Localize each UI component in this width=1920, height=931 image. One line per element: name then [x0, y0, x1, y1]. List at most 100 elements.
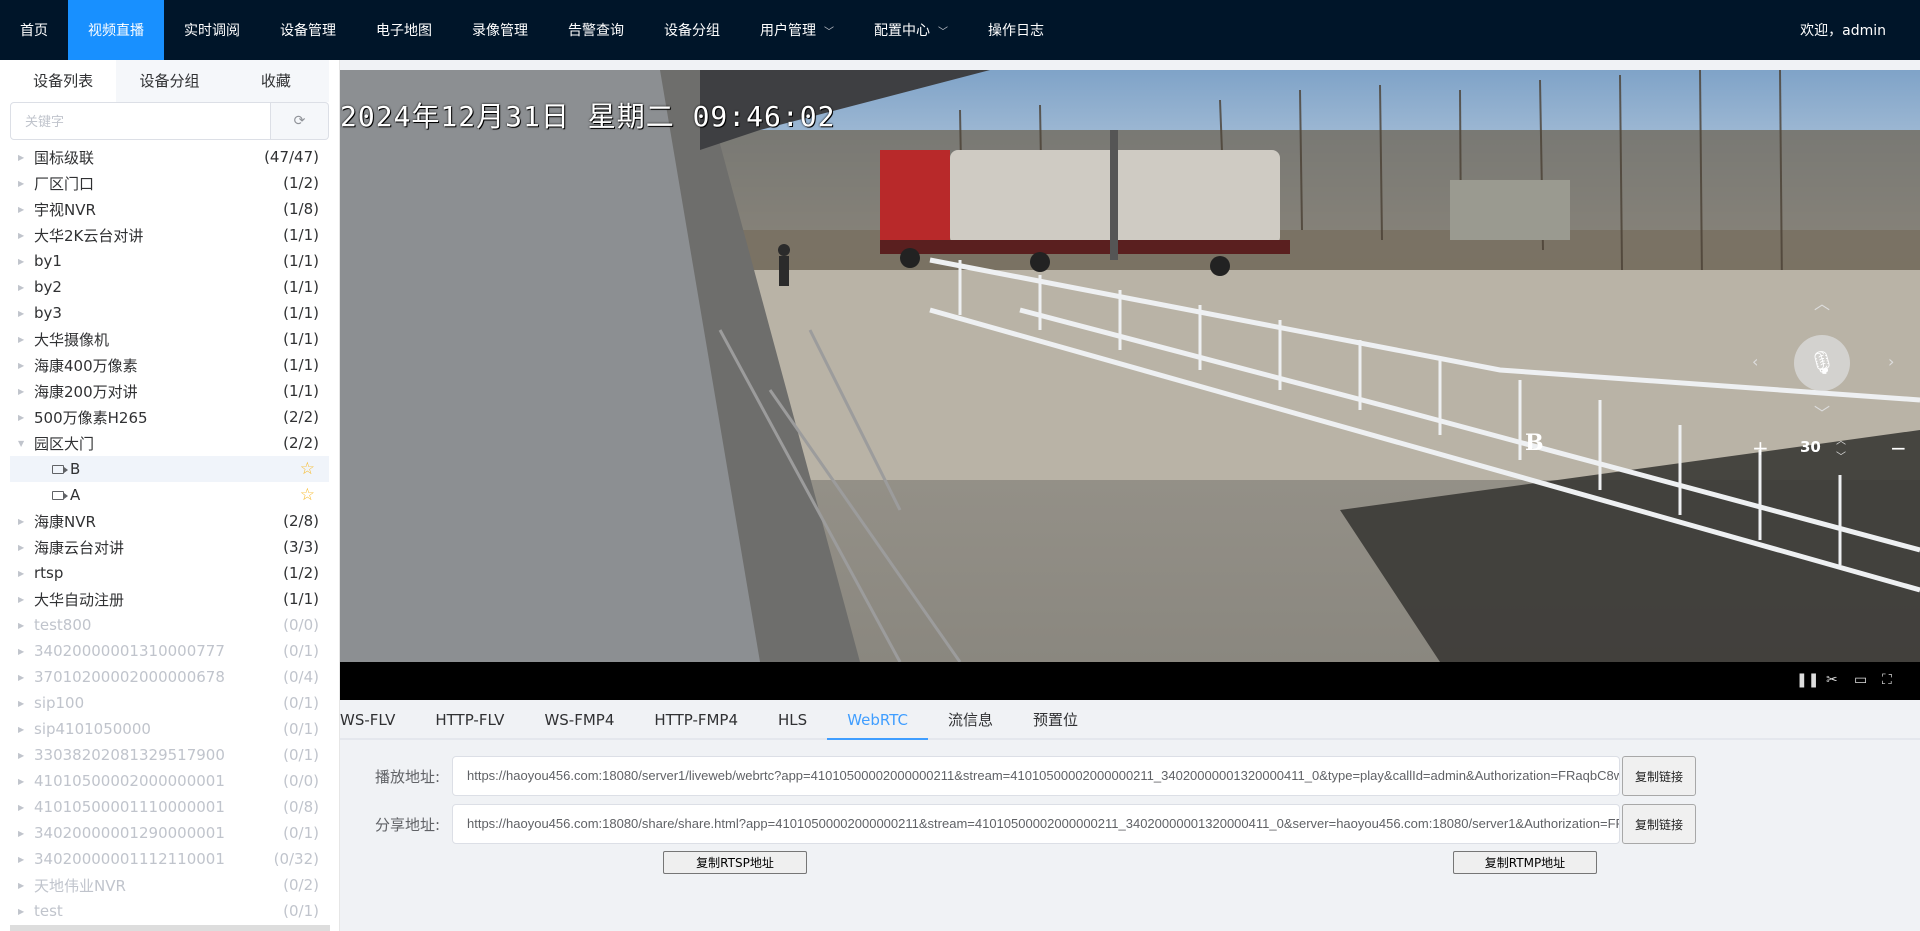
fullscreen-icon[interactable]: ⛶ — [1882, 672, 1892, 688]
welcome-user[interactable]: 欢迎，admin — [1800, 0, 1886, 60]
tree-node-offline[interactable]: ▶ 33038202081329517900 (0/1) — [10, 742, 329, 768]
tab-webrtc[interactable]: WebRTC — [827, 700, 928, 740]
caret-right-icon[interactable]: ▶ — [18, 153, 34, 162]
caret-right-icon[interactable]: ▶ — [18, 647, 34, 656]
caret-right-icon[interactable]: ▶ — [18, 699, 34, 708]
tree-node[interactable]: ▶ 厂区门口 (1/2) — [10, 170, 329, 196]
tree-node[interactable]: ▶ 500万像素H265 (2/2) — [10, 404, 329, 430]
tree-node[interactable]: ▶ 大华2K云台对讲 (1/1) — [10, 222, 329, 248]
caret-right-icon[interactable]: ▶ — [18, 231, 34, 240]
caret-right-icon[interactable]: ▶ — [18, 725, 34, 734]
horizontal-scrollbar[interactable] — [10, 925, 330, 931]
tree-node[interactable]: ▶ by2 (1/1) — [10, 274, 329, 300]
star-icon[interactable]: ☆ — [300, 459, 315, 479]
copy-rtsp-button[interactable]: 复制RTSP地址 — [663, 851, 807, 874]
caret-right-icon[interactable]: ▶ — [18, 673, 34, 682]
search-input[interactable] — [10, 102, 271, 140]
caret-right-icon[interactable]: ▶ — [18, 413, 34, 422]
ptz-up-icon[interactable]: ︿ — [1814, 290, 1830, 314]
tree-node-offline[interactable]: ▶ 41010500002000000001 (0/0) — [10, 768, 329, 794]
tree-node-offline[interactable]: ▶ 34020000001112110001 (0/32) — [10, 846, 329, 872]
caret-right-icon[interactable]: ▶ — [18, 777, 34, 786]
tab-presets[interactable]: 预置位 — [1013, 700, 1098, 738]
tree-node-offline[interactable]: ▶ 34020000001310000777 (0/1) — [10, 638, 329, 664]
tab-device-group[interactable]: 设备分组 — [116, 60, 223, 102]
nav-live-video[interactable]: 视频直播 — [68, 0, 164, 60]
tree-child-camera[interactable]: A ☆ — [10, 482, 329, 508]
share-url-field[interactable]: https://haoyou456.com:18080/share/share.… — [452, 804, 1620, 844]
caret-right-icon[interactable]: ▶ — [18, 517, 34, 526]
tree-node[interactable]: ▶ by3 (1/1) — [10, 300, 329, 326]
tree-node-offline[interactable]: ▶ test800 (0/0) — [10, 612, 329, 638]
ptz-right-icon[interactable]: › — [1888, 352, 1894, 371]
nav-device-management[interactable]: 设备管理 — [260, 0, 356, 60]
tree-node-offline[interactable]: ▶ test (0/1) — [10, 898, 329, 924]
play-url-field[interactable]: https://haoyou456.com:18080/server1/live… — [452, 756, 1620, 796]
nav-realtime-view[interactable]: 实时调阅 — [164, 0, 260, 60]
record-icon[interactable]: ▭ — [1854, 672, 1867, 688]
tab-http-fmp4[interactable]: HTTP-FMP4 — [634, 700, 758, 738]
tree-node[interactable]: ▶ 海康200万对讲 (1/1) — [10, 378, 329, 404]
tree-node[interactable]: ▶ 海康400万像素 (1/1) — [10, 352, 329, 378]
caret-right-icon[interactable]: ▶ — [18, 543, 34, 552]
caret-right-icon[interactable]: ▶ — [18, 335, 34, 344]
nav-user-management[interactable]: 用户管理 ﹀ — [740, 0, 854, 60]
caret-right-icon[interactable]: ▶ — [18, 283, 34, 292]
tab-hls[interactable]: HLS — [758, 700, 827, 738]
caret-right-icon[interactable]: ▶ — [18, 621, 34, 630]
microphone-icon[interactable]: 🎙 — [1794, 335, 1850, 391]
tree-node[interactable]: ▶ 国标级联 (47/47) — [10, 144, 329, 170]
caret-right-icon[interactable]: ▶ — [18, 387, 34, 396]
tab-ws-flv[interactable]: WS-FLV — [340, 700, 415, 738]
tree-node-expanded[interactable]: ▼ 园区大门 (2/2) — [10, 430, 329, 456]
caret-right-icon[interactable]: ▶ — [18, 569, 34, 578]
pause-icon[interactable]: ❚❚ — [1796, 672, 1819, 688]
nav-device-group[interactable]: 设备分组 — [644, 0, 740, 60]
refresh-button[interactable]: ⟳ — [271, 102, 329, 140]
nav-alarm-query[interactable]: 告警查询 — [548, 0, 644, 60]
tab-favorites[interactable]: 收藏 — [222, 60, 329, 102]
caret-right-icon[interactable]: ▶ — [18, 595, 34, 604]
caret-right-icon[interactable]: ▶ — [18, 855, 34, 864]
tree-node[interactable]: ▶ 海康云台对讲 (3/3) — [10, 534, 329, 560]
caret-down-icon[interactable]: ▼ — [18, 439, 34, 448]
tree-node-offline[interactable]: ▶ 34020000001290000001 (0/1) — [10, 820, 329, 846]
tree-node[interactable]: ▶ 海康NVR (2/8) — [10, 508, 329, 534]
tree-node-offline[interactable]: ▶ sip100 (0/1) — [10, 690, 329, 716]
video-player[interactable]: 2024年12月31日 星期二 09:46:02 B ︿ ‹ › ﹀ 🎙 + 3… — [340, 70, 1920, 700]
tree-node-offline[interactable]: ▶ 37010200002000000678 (0/4) — [10, 664, 329, 690]
nav-config-center[interactable]: 配置中心 ﹀ — [854, 0, 968, 60]
speed-down-icon[interactable]: ﹀ — [1836, 448, 1846, 463]
tree-node-offline[interactable]: ▶ 天地伟业NVR (0/2) — [10, 872, 329, 898]
caret-right-icon[interactable]: ▶ — [18, 309, 34, 318]
tab-http-flv[interactable]: HTTP-FLV — [415, 700, 524, 738]
caret-right-icon[interactable]: ▶ — [18, 205, 34, 214]
ptz-down-icon[interactable]: ﹀ — [1814, 400, 1830, 424]
tab-ws-fmp4[interactable]: WS-FMP4 — [524, 700, 634, 738]
tree-node-offline[interactable]: ▶ sip4101050000 (0/1) — [10, 716, 329, 742]
caret-right-icon[interactable]: ▶ — [18, 881, 34, 890]
caret-right-icon[interactable]: ▶ — [18, 179, 34, 188]
caret-right-icon[interactable]: ▶ — [18, 361, 34, 370]
tree-child-camera[interactable]: B ☆ — [10, 456, 329, 482]
caret-right-icon[interactable]: ▶ — [18, 907, 34, 916]
copy-share-url-button[interactable]: 复制链接 — [1622, 804, 1696, 844]
copy-rtmp-button[interactable]: 复制RTMP地址 — [1453, 851, 1597, 874]
nav-operation-log[interactable]: 操作日志 — [968, 0, 1064, 60]
nav-recording-management[interactable]: 录像管理 — [452, 0, 548, 60]
caret-right-icon[interactable]: ▶ — [18, 751, 34, 760]
speed-up-icon[interactable]: ︿ — [1836, 432, 1846, 447]
ptz-left-icon[interactable]: ‹ — [1752, 352, 1758, 371]
tab-device-list[interactable]: 设备列表 — [10, 60, 117, 102]
caret-right-icon[interactable]: ▶ — [18, 257, 34, 266]
caret-right-icon[interactable]: ▶ — [18, 803, 34, 812]
star-icon[interactable]: ☆ — [300, 485, 315, 505]
zoom-out-icon[interactable]: − — [1890, 436, 1907, 460]
tree-node[interactable]: ▶ by1 (1/1) — [10, 248, 329, 274]
tree-node-offline[interactable]: ▶ 41010500001110000001 (0/8) — [10, 794, 329, 820]
nav-electronic-map[interactable]: 电子地图 — [356, 0, 452, 60]
tree-node[interactable]: ▶ 大华摄像机 (1/1) — [10, 326, 329, 352]
zoom-in-icon[interactable]: + — [1752, 436, 1769, 460]
screenshot-icon[interactable]: ✂ — [1826, 672, 1838, 688]
tree-node[interactable]: ▶ 宇视NVR (1/8) — [10, 196, 329, 222]
